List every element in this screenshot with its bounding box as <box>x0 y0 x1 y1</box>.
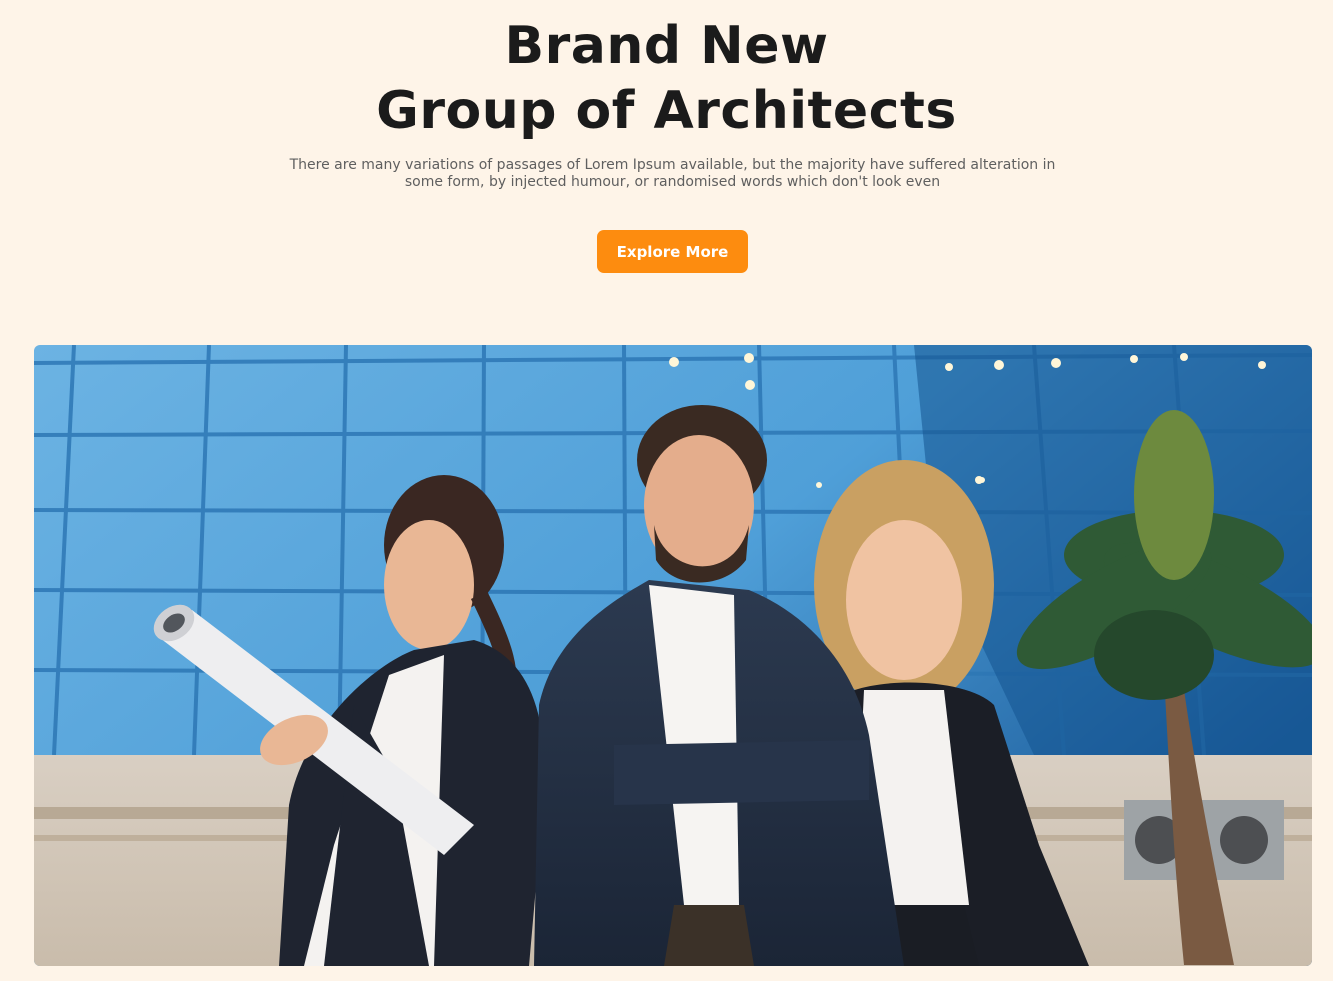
hero-title: Brand New Group of Architects <box>0 14 1333 144</box>
hero-title-line-1: Brand New <box>504 16 829 76</box>
hero-title-line-2: Group of Architects <box>376 81 957 141</box>
explore-more-button[interactable]: Explore More <box>597 230 748 273</box>
hero-subtitle: There are many variations of passages of… <box>289 157 1056 190</box>
hero-image <box>34 345 1312 966</box>
architects-photo <box>34 345 1312 966</box>
